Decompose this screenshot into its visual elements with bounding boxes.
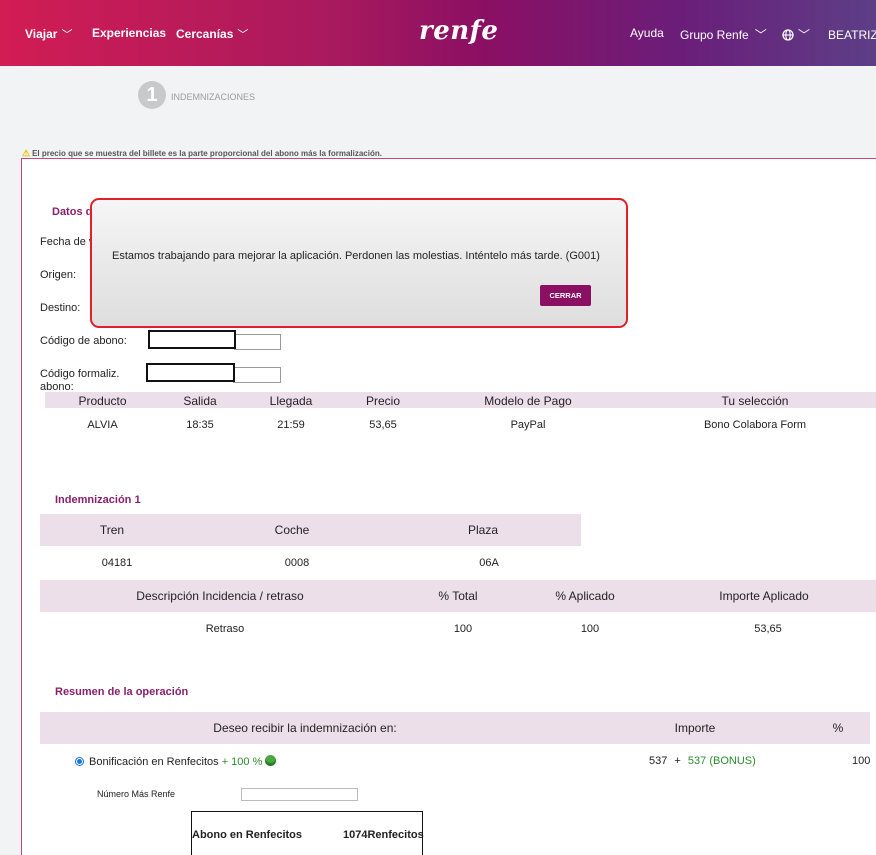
top-header: Viajar ﹀ Experiencias Cercanías ﹀ renfe Ay… xyxy=(0,0,876,66)
abono-renfecitos-value: 1074Renfecitos xyxy=(343,829,424,841)
destino-label: Destino: xyxy=(40,302,81,314)
th-plaza: Plaza xyxy=(467,523,499,537)
td-precio: 53,65 xyxy=(369,419,397,431)
error-modal: Estamos trabajando para mejorar la aplic… xyxy=(90,198,628,328)
fecha-label: Fecha de v xyxy=(40,236,95,248)
codigo-abono-label: Código de abono: xyxy=(40,335,127,347)
cerrar-button[interactable]: CERRAR xyxy=(540,285,591,306)
indemnizacion-title: Indemnización 1 xyxy=(55,494,141,506)
chevron-down-icon: ﹀ xyxy=(237,29,249,41)
origen-label: Origen: xyxy=(40,269,77,281)
td-total: 100 xyxy=(453,623,473,635)
nav-experiencias-label: Experiencias xyxy=(92,26,167,40)
renfecitos-option[interactable]: Bonificación en Renfecitos + 100 % xyxy=(89,755,277,768)
renfe-logo[interactable]: renfe xyxy=(419,16,498,46)
th-descripcion: Descripción Incidencia / retraso xyxy=(136,589,304,603)
td-coche: 0008 xyxy=(284,557,310,569)
nav-grupo-renfe[interactable]: Grupo Renfe ﹀ xyxy=(680,26,767,43)
th-percent: % xyxy=(832,721,844,735)
th-importe: Importe xyxy=(674,721,716,735)
th-coche: Coche xyxy=(274,523,310,537)
option-percent: 100 xyxy=(852,755,871,767)
nav-ayuda[interactable]: Ayuda xyxy=(630,26,664,40)
price-warning-text: El precio que se muestra del billete es … xyxy=(32,149,382,158)
td-aplicado: 100 xyxy=(580,623,600,635)
th-total: % Total xyxy=(438,589,478,603)
th-llegada: Llegada xyxy=(269,394,313,408)
mas-renfe-input[interactable] xyxy=(241,788,358,801)
renfecitos-option-label: Bonificación en Renfecitos xyxy=(89,756,219,768)
td-plaza: 06A xyxy=(479,557,499,569)
abono-renfecitos-label: Abono en Renfecitos xyxy=(192,829,303,841)
bonus-percent: + 100 % xyxy=(221,756,263,768)
nav-experiencias[interactable]: Experiencias xyxy=(92,26,166,40)
td-llegada: 21:59 xyxy=(277,419,305,431)
warning-icon: ⚠ xyxy=(22,148,31,158)
step-number: 1 xyxy=(138,81,166,109)
th-precio: Precio xyxy=(365,394,400,408)
importe-plus: + xyxy=(674,755,681,767)
chevron-down-icon: ﹀ xyxy=(61,29,73,41)
td-producto: ALVIA xyxy=(87,419,118,431)
th-deseo-recibir: Deseo recibir la indemnización en: xyxy=(213,721,397,735)
chevron-down-icon: ﹀ xyxy=(798,28,811,42)
chevron-down-icon: ﹀ xyxy=(754,28,767,42)
th-modelo-pago: Modelo de Pago xyxy=(484,394,572,408)
th-importe-aplicado: Importe Aplicado xyxy=(719,589,809,603)
importe-base: 537 xyxy=(649,755,668,767)
nav-cercanias-label: Cercanías xyxy=(176,27,234,41)
th-producto: Producto xyxy=(78,394,127,408)
th-tren: Tren xyxy=(99,523,125,537)
th-tu-seleccion: Tu selección xyxy=(721,394,789,408)
nav-viajar[interactable]: Viajar ﹀ xyxy=(25,26,72,42)
codigo-abono-input[interactable] xyxy=(148,330,236,349)
codigo-formaliz-label: Código formaliz. xyxy=(40,368,120,380)
td-descripcion: Retraso xyxy=(205,623,245,635)
renfecitos-radio[interactable] xyxy=(75,757,84,766)
user-name: BEATRIZ xyxy=(828,28,876,42)
importe-bonus: 537 (BONUS) xyxy=(687,755,756,767)
th-salida: Salida xyxy=(183,394,217,408)
nav-viajar-label: Viajar xyxy=(25,27,58,41)
nav-cercanias[interactable]: Cercanías ﹀ xyxy=(176,26,248,42)
step-label: INDEMNIZACIONES xyxy=(171,92,256,102)
language-selector[interactable]: ﹀ xyxy=(782,26,810,43)
td-tu-seleccion: Bono Colabora Form xyxy=(703,419,807,431)
td-tren: 04181 xyxy=(101,557,133,569)
mas-renfe-label: Número Más Renfe xyxy=(97,789,176,799)
td-importe-aplicado: 53,65 xyxy=(754,623,782,635)
error-message: Estamos trabajando para mejorar la aplic… xyxy=(112,250,600,262)
codigo-formaliz-input-tail[interactable] xyxy=(233,367,281,383)
codigo-formaliz-input[interactable] xyxy=(146,363,235,382)
resumen-table-header xyxy=(40,712,870,744)
globe-icon xyxy=(782,29,794,41)
nav-grupo-renfe-label: Grupo Renfe xyxy=(680,28,749,42)
importe-value: 537 + 537 (BONUS) xyxy=(649,755,756,767)
datos-section-title: Datos d xyxy=(52,206,93,218)
codigo-abono-input-tail[interactable] xyxy=(234,334,281,350)
resumen-title: Resumen de la operación xyxy=(55,686,189,698)
renfecitos-coin-icon xyxy=(265,755,277,766)
user-menu[interactable]: BEATRIZ﹀ xyxy=(828,26,876,43)
th-aplicado: % Aplicado xyxy=(555,589,615,603)
td-salida: 18:35 xyxy=(186,419,214,431)
td-modelo-pago: PayPal xyxy=(510,419,546,431)
